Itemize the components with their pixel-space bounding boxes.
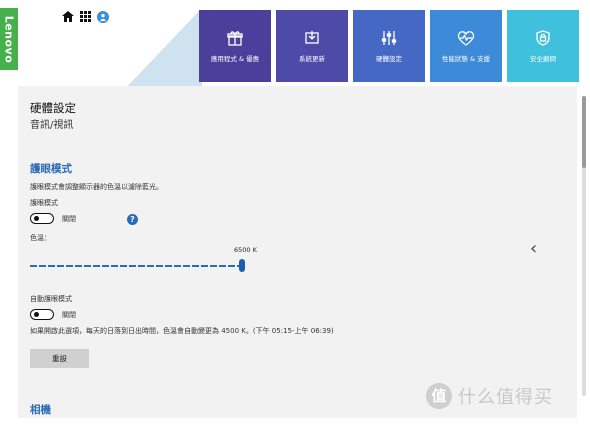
eye-care-toggle[interactable]	[30, 213, 54, 224]
content-panel	[18, 86, 577, 418]
page-title: 硬體設定	[30, 101, 76, 115]
auto-eye-care-label: 自動護眼模式	[30, 295, 72, 303]
toggle-knob	[34, 215, 39, 221]
tile-label: 安全顧問	[530, 55, 556, 63]
reset-button[interactable]: 重設	[30, 349, 89, 368]
scrollbar-thumb[interactable]	[582, 96, 586, 168]
watermark-text: 什么值得买	[458, 387, 553, 408]
apps-grid-icon[interactable]	[79, 10, 92, 23]
chevron-left-icon[interactable]: ‹	[530, 238, 537, 259]
auto-eye-care-toggle-state: 關閉	[62, 311, 76, 319]
watermark: 值 什么值得买	[426, 383, 553, 409]
tile-label: 系統更新	[299, 55, 325, 63]
lenovo-logo: Lenovo	[0, 8, 18, 70]
page-subtitle: 音訊/視訊	[30, 120, 74, 131]
toggle-knob	[34, 311, 39, 317]
gift-icon	[227, 28, 243, 48]
heart-pulse-icon	[457, 28, 475, 48]
top-bar: Lenovo 應用程式 & 優惠 系統更新 硬體設定 性能狀態 & 支援 安全顧…	[0, 0, 590, 92]
tile-hardware-settings[interactable]: 硬體設定	[353, 10, 425, 82]
top-icon-group	[61, 10, 109, 23]
nav-tiles: 應用程式 & 優惠 系統更新 硬體設定 性能狀態 & 支援 安全顧問	[199, 10, 579, 82]
home-icon[interactable]	[61, 10, 74, 23]
color-temp-slider-track[interactable]	[30, 265, 244, 267]
tile-label: 應用程式 & 優惠	[210, 55, 260, 63]
color-temp-slider-thumb[interactable]	[239, 259, 245, 272]
decorative-triangle	[122, 10, 202, 92]
auto-eye-care-note: 如果開啟此選項，每天的日落到日出時間，色溫會自動變更為 4500 K。(下午 0…	[30, 327, 334, 335]
tile-label: 性能狀態 & 支援	[441, 55, 491, 63]
camera-section-title: 相機	[30, 404, 51, 416]
eye-care-description: 護眼模式會調整顯示器的色溫以濾除藍光。	[30, 183, 163, 191]
tile-system-update[interactable]: 系統更新	[276, 10, 348, 82]
system-update-icon	[304, 28, 320, 48]
tile-health-support[interactable]: 性能狀態 & 支援	[430, 10, 502, 82]
help-icon[interactable]: ?	[127, 214, 138, 225]
color-temp-label: 色溫：	[30, 234, 51, 242]
tile-security-advisor[interactable]: 安全顧問	[507, 10, 579, 82]
user-account-icon[interactable]	[97, 10, 109, 23]
shield-lock-icon	[536, 28, 550, 48]
watermark-logo: 值	[426, 383, 452, 409]
sliders-icon	[381, 28, 397, 48]
tile-apps-offers[interactable]: 應用程式 & 優惠	[199, 10, 271, 82]
tile-label: 硬體設定	[376, 55, 402, 63]
auto-eye-care-toggle[interactable]	[30, 309, 54, 320]
eye-care-section-title: 護眼模式	[30, 163, 72, 175]
eye-care-toggle-state: 關閉	[62, 215, 76, 223]
eye-care-toggle-label: 護眼模式	[30, 199, 58, 207]
color-temp-value: 6500 K	[234, 246, 257, 254]
